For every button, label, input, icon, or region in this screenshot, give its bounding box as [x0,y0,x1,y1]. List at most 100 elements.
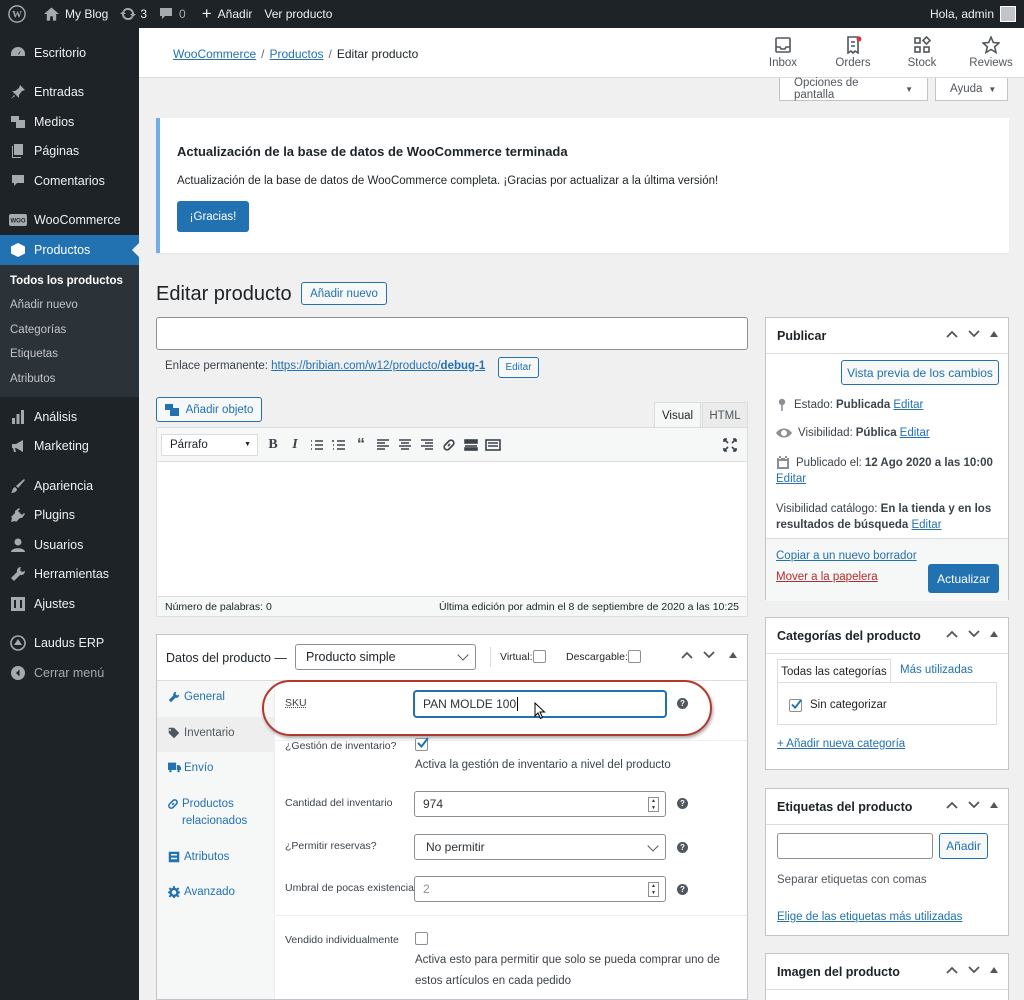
tag-input[interactable] [777,833,933,859]
user-menu[interactable]: Hola, admin [924,0,1024,28]
updates-link[interactable]: 3 [114,0,153,28]
submenu-add-new[interactable]: Añadir nuevo [0,293,139,318]
align-left-icon[interactable] [372,434,394,456]
sidebar-item-laudus[interactable]: Laudus ERP [0,629,139,659]
format-select[interactable]: Párrafo [161,433,258,456]
chevron-down-icon[interactable] [968,801,980,809]
toolbar-toggle-icon[interactable] [482,434,504,456]
reviews-button[interactable]: Reviews [961,36,1021,69]
tab-attributes[interactable]: Atributos [157,841,274,877]
manage-stock-checkbox[interactable] [415,737,429,751]
chevron-down-icon[interactable] [968,630,980,638]
chevron-up-icon[interactable] [946,630,958,638]
spinner-icon[interactable]: ▲ ▼ [648,797,659,812]
sidebar-item-collapse[interactable]: Cerrar menú [0,658,139,688]
tab-general[interactable]: General [157,681,274,717]
fullscreen-icon[interactable] [719,434,741,456]
choose-tags-link[interactable]: Elige de las etiquetas más utilizadas [777,911,962,923]
collapse-toggle-icon[interactable] [990,802,998,808]
chevron-down-icon[interactable] [968,966,980,974]
catalog-edit-link[interactable]: Editar [911,519,941,531]
permalink-link[interactable]: https://bribian.com/w12/producto/debug-1 [271,360,485,372]
spinner-icon[interactable]: ▲ ▼ [648,882,659,897]
chevron-down-icon[interactable] [703,651,715,659]
sidebar-item-pages[interactable]: Páginas [0,137,139,167]
sidebar-item-products[interactable]: Productos [0,235,139,265]
tab-visual[interactable]: Visual [654,402,701,428]
chevron-up-icon[interactable] [681,651,693,659]
add-tag-button[interactable]: Añadir [939,833,988,859]
qty-help-icon[interactable]: ? [677,798,688,809]
link-icon[interactable] [438,434,460,456]
add-new-menu[interactable]: + Añadir [192,0,259,28]
virtual-checkbox[interactable] [532,650,546,663]
sidebar-item-analytics[interactable]: Análisis [0,402,139,432]
bold-button[interactable]: B [262,434,284,456]
tab-inventory[interactable]: Inventario [157,716,274,752]
sidebar-item-users[interactable]: Usuarios [0,530,139,560]
numbered-list-icon[interactable] [328,434,350,456]
bullet-list-icon[interactable] [306,434,328,456]
category-checkbox[interactable] [789,699,802,712]
view-product-link[interactable]: Ver producto [258,0,338,28]
product-type-select[interactable]: Producto simple [295,644,476,670]
tab-linked-products[interactable]: Productos relacionados [157,788,274,841]
add-media-button[interactable]: Añadir objeto [156,397,262,422]
italic-button[interactable]: I [284,434,306,456]
sidebar-item-appearance[interactable]: Apariencia [0,471,139,501]
update-button[interactable]: Actualizar [928,564,999,593]
inbox-button[interactable]: Inbox [753,36,813,69]
orders-button[interactable]: Orders [823,36,883,69]
sidebar-item-dashboard[interactable]: Escritorio [0,38,139,68]
copy-draft-link[interactable]: Copiar a un nuevo borrador [776,550,917,562]
collapse-toggle-icon[interactable] [990,967,998,973]
backorders-help-icon[interactable]: ? [677,842,688,853]
chevron-up-icon[interactable] [946,966,958,974]
sold-individually-checkbox[interactable] [415,932,428,945]
submenu-attributes[interactable]: Atributos [0,367,139,392]
breadcrumb-products[interactable]: Productos [269,47,323,61]
status-edit-link[interactable]: Editar [893,399,923,411]
permalink-edit-button[interactable]: Editar [498,357,539,378]
align-right-icon[interactable] [416,434,438,456]
sidebar-item-marketing[interactable]: Marketing [0,432,139,462]
stock-quantity-input[interactable]: 974 ▲ ▼ [414,791,666,817]
align-center-icon[interactable] [394,434,416,456]
stock-button[interactable]: Stock [892,36,952,69]
submenu-all-products[interactable]: Todos los productos [0,269,139,294]
sidebar-item-woocommerce[interactable]: WOO WooCommerce [0,206,139,236]
sidebar-item-comments[interactable]: Comentarios [0,166,139,196]
site-name-link[interactable]: My Blog [32,0,114,28]
tab-shipping[interactable]: Envío [157,752,274,788]
product-title-input[interactable] [156,317,748,350]
breadcrumb-woocommerce[interactable]: WooCommerce [173,47,256,61]
submenu-categories[interactable]: Categorías [0,318,139,343]
tab-html[interactable]: HTML [702,402,748,428]
blockquote-icon[interactable]: “ [350,434,372,456]
backorders-select[interactable]: No permitir [414,834,666,860]
preview-changes-button[interactable]: Vista previa de los cambios [841,360,999,385]
wordpress-logo-icon[interactable]: W [0,0,32,28]
sidebar-item-media[interactable]: Medios [0,107,139,137]
trash-link[interactable]: Mover a la papelera [776,571,878,583]
published-edit-link[interactable]: Editar [776,473,806,485]
low-stock-input[interactable]: 2 ▲ ▼ [414,876,666,902]
chevron-up-icon[interactable] [946,801,958,809]
sidebar-item-tools[interactable]: Herramientas [0,560,139,590]
chevron-up-icon[interactable] [946,330,958,338]
collapse-toggle-icon[interactable] [990,331,998,337]
downloadable-checkbox[interactable] [627,650,641,663]
tab-advanced[interactable]: Avanzado [157,876,274,912]
comments-link[interactable]: 0 [153,0,192,28]
add-new-button[interactable]: Añadir nuevo [301,282,387,305]
help-button[interactable]: Ayuda ▼ [935,78,1008,101]
thanks-button[interactable]: ¡Gracias! [177,201,249,232]
submenu-tags[interactable]: Etiquetas [0,342,139,367]
low-stock-help-icon[interactable]: ? [677,884,688,895]
more-tag-icon[interactable] [460,434,482,456]
screen-options-button[interactable]: Opciones de pantalla ▼ [779,77,928,101]
tab-most-used[interactable]: Más utilizadas [900,664,973,676]
collapse-toggle-icon[interactable] [990,631,998,637]
collapse-toggle-icon[interactable] [729,652,737,658]
sidebar-item-posts[interactable]: Entradas [0,78,139,108]
